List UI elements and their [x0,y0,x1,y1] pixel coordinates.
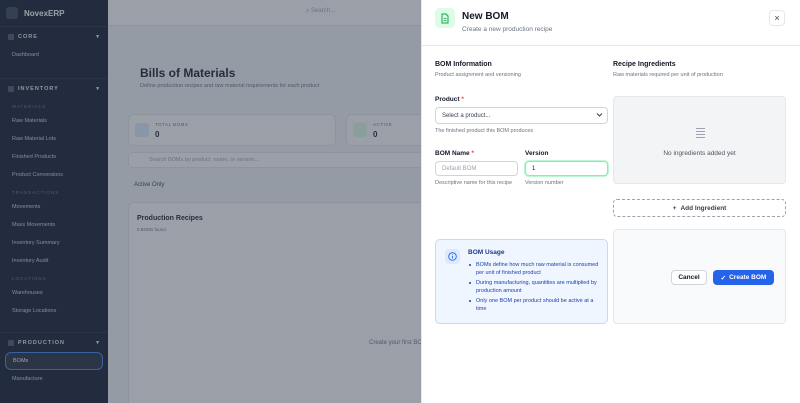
bom-information-title: BOM Information [435,61,492,68]
list-item: During manufacturing, quantities are mul… [468,279,603,295]
actions-area: Cancel ✓ Create BOM [613,229,786,324]
list-item: Only one BOM per product should be activ… [468,297,603,313]
bom-usage-title: BOM Usage [468,249,505,256]
empty-ingredients-message: No ingredients added yet [663,150,736,157]
document-icon [435,8,455,28]
recipe-ingredients-title: Recipe Ingredients [613,61,676,68]
bom-usage-info-box: BOM Usage BOMs define how much raw mater… [435,239,608,324]
bom-name-label: BOM Name * [435,150,475,157]
panel-subtitle: Create a new production recipe [462,26,553,33]
info-icon [445,249,460,264]
list-item: BOMs define how much raw material is con… [468,261,603,277]
bom-name-hint: Descriptive name for this recipe [435,180,513,186]
bom-name-input[interactable]: Default BOM [435,161,518,176]
ingredients-empty-state: No ingredients added yet [613,96,786,184]
version-label: Version [525,150,549,157]
close-button[interactable]: × [769,10,785,26]
version-input[interactable]: 1 [525,161,608,176]
list-icon [696,128,705,140]
check-icon: ✓ [720,274,727,282]
create-bom-button[interactable]: ✓ Create BOM [713,270,774,285]
required-mark: * [461,96,464,103]
product-select-value: Select a product... [442,113,491,119]
new-bom-panel: New BOM Create a new production recipe ×… [421,0,800,403]
panel-title: New BOM [462,11,509,22]
product-hint: The finished product this BOM produces [435,128,534,134]
chevron-down-icon [596,111,603,120]
add-ingredient-button[interactable]: + Add Ingredient [613,199,786,217]
panel-header: New BOM Create a new production recipe × [422,0,800,46]
plus-icon: + [672,204,677,212]
product-label: Product * [435,96,464,103]
recipe-ingredients-subtitle: Raw materials required per unit of produ… [613,72,723,78]
required-mark: * [471,150,475,157]
bom-usage-list: BOMs define how much raw material is con… [468,261,603,315]
close-icon: × [774,13,780,23]
version-hint: Version number [525,180,564,186]
bom-information-subtitle: Product assignment and versioning [435,72,521,78]
product-select[interactable]: Select a product... [435,107,608,124]
cancel-button[interactable]: Cancel [671,270,707,285]
